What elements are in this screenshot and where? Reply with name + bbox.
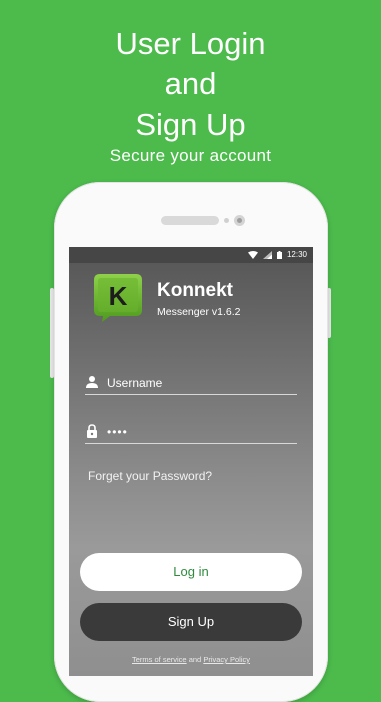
terms-and-text: and <box>188 655 202 664</box>
forgot-password-link[interactable]: Forget your Password? <box>88 469 212 483</box>
logo-letter: K <box>109 281 128 311</box>
signal-icon <box>262 251 272 259</box>
konnekt-logo-icon: K <box>94 274 142 322</box>
lock-icon <box>87 424 97 438</box>
terms-footer: Terms of service and Privacy Policy <box>69 655 313 664</box>
privacy-policy-link[interactable]: Privacy Policy <box>203 655 250 664</box>
status-icons: 12:30 <box>247 250 307 260</box>
phone-screen: 12:30 K Konnekt Messenger v1.6.2 Usernam… <box>69 247 313 676</box>
phone-sensor <box>224 218 229 223</box>
status-bar: 12:30 <box>69 247 313 263</box>
login-button[interactable]: Log in <box>80 553 302 591</box>
app-version: Messenger v1.6.2 <box>157 306 241 318</box>
promo-subtitle: Secure your account <box>109 146 272 165</box>
password-field[interactable]: •••• <box>85 421 297 444</box>
phone-speaker <box>161 216 219 225</box>
phone-camera <box>234 215 245 226</box>
password-value: •••• <box>107 425 128 439</box>
wifi-icon <box>247 251 258 259</box>
person-icon <box>86 376 98 388</box>
battery-icon <box>276 251 282 259</box>
username-placeholder: Username <box>107 376 163 390</box>
terms-of-service-link[interactable]: Terms of service <box>132 655 187 664</box>
app-name: Konnekt <box>157 280 233 301</box>
signup-button[interactable]: Sign Up <box>80 603 302 641</box>
promo-title-line-1: User Login <box>115 26 266 61</box>
status-time: 12:30 <box>286 250 307 259</box>
username-field[interactable]: Username <box>85 372 297 395</box>
promo-title-line-2: and <box>164 66 217 101</box>
promo-title-line-3: Sign Up <box>135 107 246 142</box>
